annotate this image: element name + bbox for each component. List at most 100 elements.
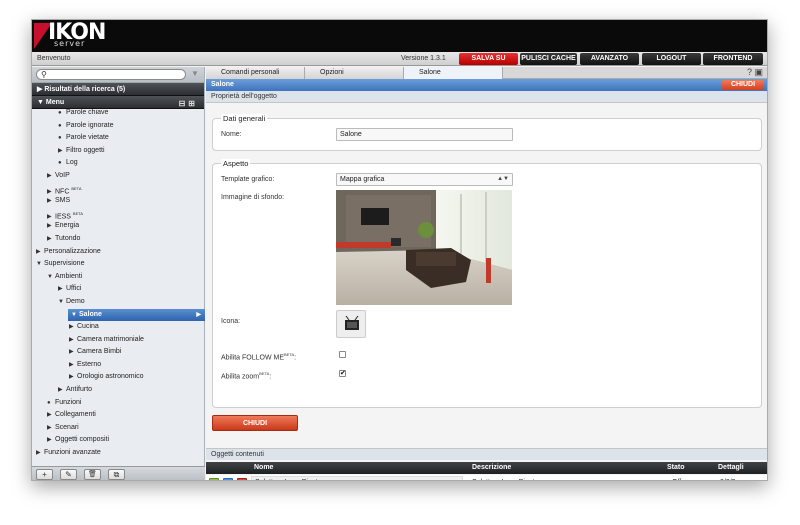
close-button[interactable]: CHIUDI xyxy=(212,415,298,431)
col-details[interactable]: Dettagli xyxy=(718,462,744,474)
col-state[interactable]: Stato xyxy=(667,462,685,474)
expand-icon: ▶ xyxy=(58,286,63,293)
clear-cache-button[interactable]: PULISCI CACHE xyxy=(520,53,577,65)
tree-item[interactable]: ▶ NFC BETA xyxy=(32,183,205,196)
search-icon: ⚲ xyxy=(41,70,47,79)
tree-item[interactable]: ▶ Funzioni avanzate xyxy=(32,447,205,460)
search-input[interactable]: ⚲ xyxy=(36,69,186,80)
aspect-fieldset: Aspetto Template grafico: Mappa grafica … xyxy=(212,159,762,408)
duplicate-icon[interactable]: ⧉ xyxy=(108,469,125,480)
open-arrow-icon[interactable]: ▶ xyxy=(196,309,201,322)
details-icon[interactable] xyxy=(223,478,233,480)
tree-item-label: Tutondo xyxy=(55,234,81,242)
version-text: Versione 1.3.1 xyxy=(401,55,446,62)
tree-item[interactable]: ● Parole chiave xyxy=(32,107,205,120)
frontend-button[interactable]: FRONTEND xyxy=(703,53,763,65)
tree-item-label: Esterno xyxy=(77,360,102,368)
icon-picker[interactable] xyxy=(336,310,366,338)
tab-opzioni[interactable]: Opzioni xyxy=(305,67,404,79)
zoom-checkbox[interactable]: ✔ xyxy=(339,370,346,377)
room-image xyxy=(336,190,512,305)
tree-item-label: Funzioni avanzate xyxy=(44,449,101,457)
tree-item[interactable]: ▼ Salone ▶ xyxy=(68,308,205,322)
follow-me-checkbox[interactable] xyxy=(339,351,346,358)
expand-icon: ▶ xyxy=(69,336,74,343)
tree-item[interactable]: ▶ Scenari xyxy=(32,422,205,435)
tree-item[interactable]: ▶ Tutondo xyxy=(32,233,205,246)
tree-item-label: Camera matrimoniale xyxy=(77,335,144,343)
tree-item[interactable]: ● Parole vietate xyxy=(32,132,205,145)
col-name[interactable]: Nome xyxy=(254,462,273,474)
table-row[interactable]: × Salotto – Luce Piantana Salotto – Luce P… xyxy=(206,475,767,480)
activate-icon[interactable] xyxy=(209,478,219,480)
bullet-icon: ● xyxy=(47,399,51,406)
tree-item[interactable]: ▼ Supervisione xyxy=(32,258,205,271)
welcome-text: Benvenuto xyxy=(37,55,71,62)
tree-item[interactable]: ▶ Personalizzazione xyxy=(32,246,205,259)
tree-item[interactable]: ▶ Antifurto xyxy=(32,384,205,397)
tree-item[interactable]: ● Parole ignorate xyxy=(32,120,205,133)
expand-icon: ▶ xyxy=(47,198,52,205)
tree-item-label: Camera Bimbi xyxy=(77,348,122,356)
tree-item-label: Demo xyxy=(66,297,85,305)
help-icon[interactable]: ? ▣ xyxy=(747,67,763,78)
tree-item-label: Salone xyxy=(79,310,102,318)
tree-item[interactable]: ▶ Esterno xyxy=(32,359,205,372)
name-field[interactable]: Salone xyxy=(336,128,513,141)
general-legend: Dati generali xyxy=(221,114,268,123)
tree-item[interactable]: ● Log xyxy=(32,157,205,170)
collapse-icon: ▼ xyxy=(36,261,42,268)
close-top-button[interactable]: CHIUDI xyxy=(722,80,764,90)
zoom-label: Abilita zoomBETA: xyxy=(221,371,272,381)
col-description[interactable]: Descrizione xyxy=(472,462,511,474)
tree-item-label: Scenari xyxy=(55,423,79,431)
app-window: IKON server Benvenuto Versione 1.3.1 SAL… xyxy=(31,19,768,481)
save-flash-button[interactable]: SALVA SU FLASH xyxy=(459,53,518,74)
expand-icon: ▶ xyxy=(47,424,52,431)
panel-title: Salone xyxy=(211,81,234,88)
tree-item[interactable]: ▶ Uffici xyxy=(32,283,205,296)
tree-item[interactable]: ▶ VoIP xyxy=(32,170,205,183)
tree-item[interactable]: ▶ IESS BETA xyxy=(32,208,205,221)
follow-me-text: Abilita FOLLOW ME xyxy=(221,354,285,362)
tree-item[interactable]: ▶ SMS xyxy=(32,195,205,208)
tree-item[interactable]: ▼ Demo xyxy=(32,296,205,309)
tab-bar: Comandi personali Opzioni Salone ? ▣ xyxy=(206,67,767,79)
logout-button[interactable]: LOGOUT xyxy=(642,53,701,65)
tree-item[interactable]: ▶ Camera Bimbi xyxy=(32,346,205,359)
zoom-text: Abilita zoom xyxy=(221,373,260,381)
tab-salone[interactable]: Salone xyxy=(404,67,503,79)
tree-item-label: Energia xyxy=(55,222,80,230)
tree-item-label: Orologio astronomico xyxy=(77,373,144,381)
tree-item[interactable]: ▶ Energia xyxy=(32,220,205,233)
background-label: Immagine di sfondo: xyxy=(221,194,285,201)
template-label: Template grafico: xyxy=(221,176,275,183)
search-results-header[interactable]: ▶ Risultati della ricerca (5) xyxy=(32,83,204,96)
beta-badge: BETA xyxy=(71,185,82,191)
background-image-preview[interactable] xyxy=(336,190,512,305)
tree-item[interactable]: ▶ Collegamenti xyxy=(32,409,205,422)
sidebar-toolbar: + ✎ 🗑 ⧉ xyxy=(32,466,205,480)
tree-item[interactable]: ▶ Filtro oggetti xyxy=(32,145,205,158)
name-label: Nome: xyxy=(221,131,242,138)
expand-icon: ▶ xyxy=(58,387,63,394)
expand-icon: ▶ xyxy=(69,361,74,368)
tab-comandi-personali[interactable]: Comandi personali xyxy=(206,67,305,79)
advanced-button[interactable]: AVANZATO xyxy=(580,53,639,65)
trash-icon[interactable]: 🗑 xyxy=(84,469,101,480)
tree-item[interactable]: ▶ Camera matrimoniale xyxy=(32,334,205,347)
tree-item[interactable]: ▼ Ambienti xyxy=(32,271,205,284)
expand-icon: ▶ xyxy=(36,248,41,255)
panel-title-bar: Salone CHIUDI xyxy=(206,79,767,91)
tree-item[interactable]: ▶ Orologio astronomico xyxy=(32,371,205,384)
template-select[interactable]: Mappa grafica ▲▼ xyxy=(336,173,513,186)
delete-icon[interactable]: × xyxy=(237,478,247,480)
row-details: 0/0/3 xyxy=(720,475,736,480)
tree-item[interactable]: ● Funzioni xyxy=(32,397,205,410)
filter-icon[interactable]: ▼ xyxy=(191,69,199,78)
edit-icon[interactable]: ✎ xyxy=(60,469,77,480)
tree-item[interactable]: ▶ Cucina xyxy=(32,321,205,334)
add-icon[interactable]: + xyxy=(36,469,53,480)
tree-item[interactable]: ▶ Oggetti compositi xyxy=(32,434,205,447)
tree-item-label: VoIP xyxy=(55,171,70,179)
